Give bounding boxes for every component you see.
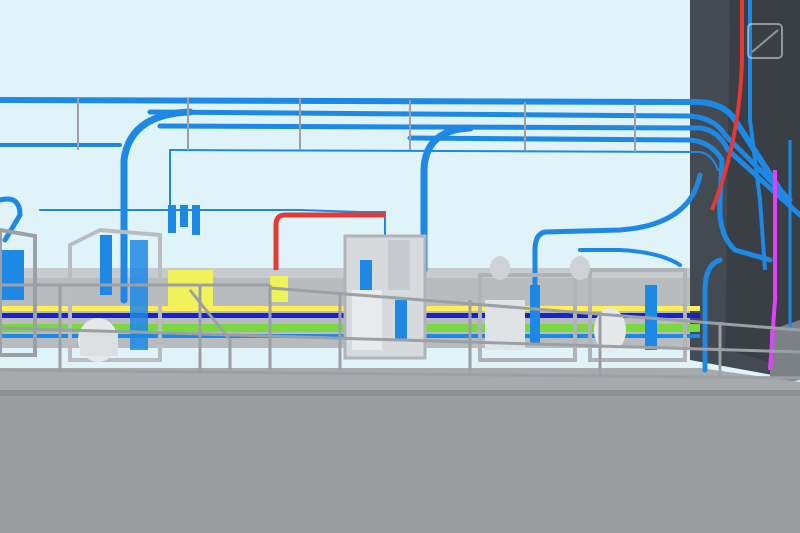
scene-svg (0, 0, 800, 533)
deck-front (0, 395, 800, 533)
deck-edge (0, 390, 800, 396)
plant-3d-scene (0, 0, 800, 533)
